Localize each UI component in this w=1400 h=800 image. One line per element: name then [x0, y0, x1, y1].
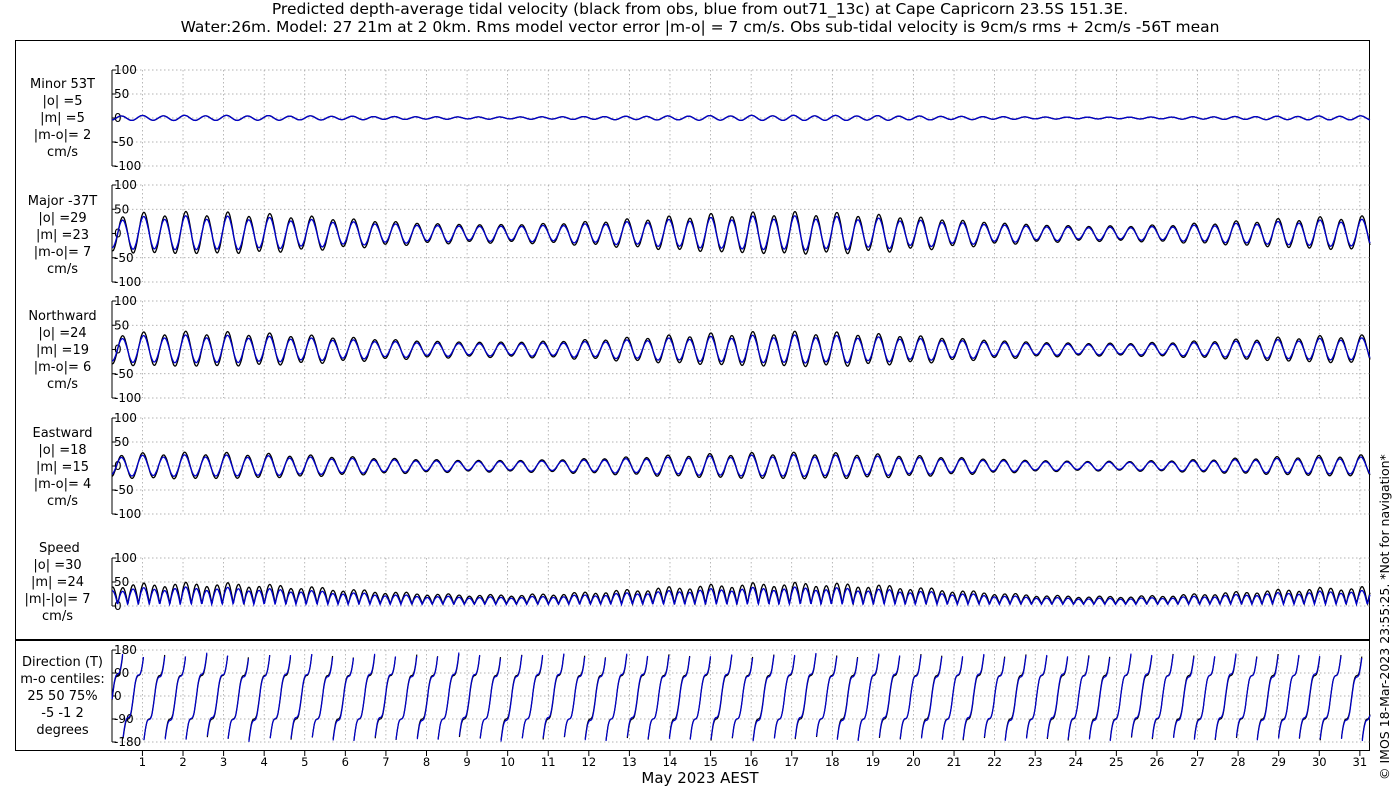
- x-tick-label: 14: [663, 755, 678, 769]
- x-tick-label: 16: [744, 755, 759, 769]
- east-label-5: cm/s: [47, 494, 78, 509]
- east-label-1: Eastward: [32, 426, 93, 441]
- x-tick-label: 24: [1068, 755, 1083, 769]
- chart-title-line-1: Predicted depth-average tidal velocity (…: [271, 0, 1129, 18]
- x-axis-label: May 2023 AEST: [641, 769, 759, 787]
- major-label-3: |m| =23: [36, 228, 89, 243]
- x-tick-label: 15: [703, 755, 718, 769]
- major-label-5: cm/s: [47, 262, 78, 277]
- panel-label-direction: Direction (T) m-o centiles: 25 50 75% -5…: [15, 654, 110, 739]
- speed-label-5: cm/s: [42, 609, 73, 624]
- north-label-2: |o| =24: [38, 326, 87, 341]
- direction-label-1: Direction (T): [22, 655, 103, 670]
- x-tick-label: 21: [947, 755, 962, 769]
- panel-label-east: Eastward |o| =18 |m| =15 |m-o|= 4 cm/s: [20, 425, 105, 510]
- x-tick-label: 13: [622, 755, 637, 769]
- direction-label-3: 25 50 75%: [27, 689, 98, 704]
- speed-label-4: |m|-|o|= 7: [24, 592, 91, 607]
- minor-label-4: |m-o|= 2: [33, 128, 92, 143]
- x-tick-label: 7: [382, 755, 389, 769]
- x-tick-label: 25: [1109, 755, 1124, 769]
- x-tick-label: 4: [261, 755, 268, 769]
- x-tick-label: 23: [1028, 755, 1043, 769]
- x-tick-label: 11: [541, 755, 556, 769]
- x-tick-label: 31: [1353, 755, 1368, 769]
- x-tick-label: 18: [825, 755, 840, 769]
- direction-frame: [15, 640, 1370, 751]
- minor-label-1: Minor 53T: [30, 77, 95, 92]
- major-label-1: Major -37T: [27, 194, 98, 209]
- panel-label-speed: Speed |o| =30 |m| =24 |m|-|o|= 7 cm/s: [15, 540, 100, 625]
- x-tick-label: 28: [1231, 755, 1246, 769]
- x-tick-label: 29: [1271, 755, 1286, 769]
- minor-label-2: |o| =5: [42, 94, 83, 109]
- east-label-2: |o| =18: [38, 443, 87, 458]
- minor-label-3: |m| =5: [40, 111, 85, 126]
- direction-label-5: degrees: [36, 723, 89, 738]
- speed-label-1: Speed: [39, 541, 80, 556]
- x-tick-label: 27: [1190, 755, 1205, 769]
- panel-label-major: Major -37T |o| =29 |m| =23 |m-o|= 7 cm/s: [20, 193, 105, 278]
- x-tick-label: 20: [906, 755, 921, 769]
- major-label-2: |o| =29: [38, 211, 87, 226]
- panel-label-minor: Minor 53T |o| =5 |m| =5 |m-o|= 2 cm/s: [20, 76, 105, 161]
- x-tick-label: 19: [866, 755, 881, 769]
- east-label-4: |m-o|= 4: [33, 477, 92, 492]
- north-label-3: |m| =19: [36, 343, 89, 358]
- north-label-4: |m-o|= 6: [33, 360, 92, 375]
- north-label-1: Northward: [28, 309, 97, 324]
- x-tick-label: 26: [1150, 755, 1165, 769]
- minor-label-5: cm/s: [47, 145, 78, 160]
- speed-label-2: |o| =30: [33, 558, 82, 573]
- x-tick-label: 1: [139, 755, 146, 769]
- north-label-5: cm/s: [47, 377, 78, 392]
- x-tick-label: 2: [179, 755, 186, 769]
- x-tick-label: 3: [220, 755, 227, 769]
- x-tick-label: 6: [342, 755, 349, 769]
- x-tick-label: 22: [987, 755, 1002, 769]
- direction-label-2: m-o centiles:: [20, 672, 105, 687]
- x-tick-label: 5: [301, 755, 308, 769]
- east-label-3: |m| =15: [36, 460, 89, 475]
- major-label-4: |m-o|= 7: [33, 245, 92, 260]
- direction-label-4: -5 -1 2: [41, 706, 84, 721]
- x-tick-label: 10: [500, 755, 515, 769]
- x-tick-label: 12: [582, 755, 597, 769]
- main-frame: [15, 40, 1370, 640]
- credit-text: © IMOS 18-Mar-2023 23:55:25. *Not for na…: [1377, 454, 1392, 780]
- x-tick-label: 8: [423, 755, 430, 769]
- x-tick-label: 30: [1312, 755, 1327, 769]
- panel-label-north: Northward |o| =24 |m| =19 |m-o|= 6 cm/s: [20, 308, 105, 393]
- speed-label-3: |m| =24: [31, 575, 84, 590]
- x-tick-label: 17: [784, 755, 799, 769]
- chart-title-line-2: Water:26m. Model: 27 21m at 2 0km. Rms m…: [180, 18, 1220, 36]
- x-tick-label: 9: [463, 755, 470, 769]
